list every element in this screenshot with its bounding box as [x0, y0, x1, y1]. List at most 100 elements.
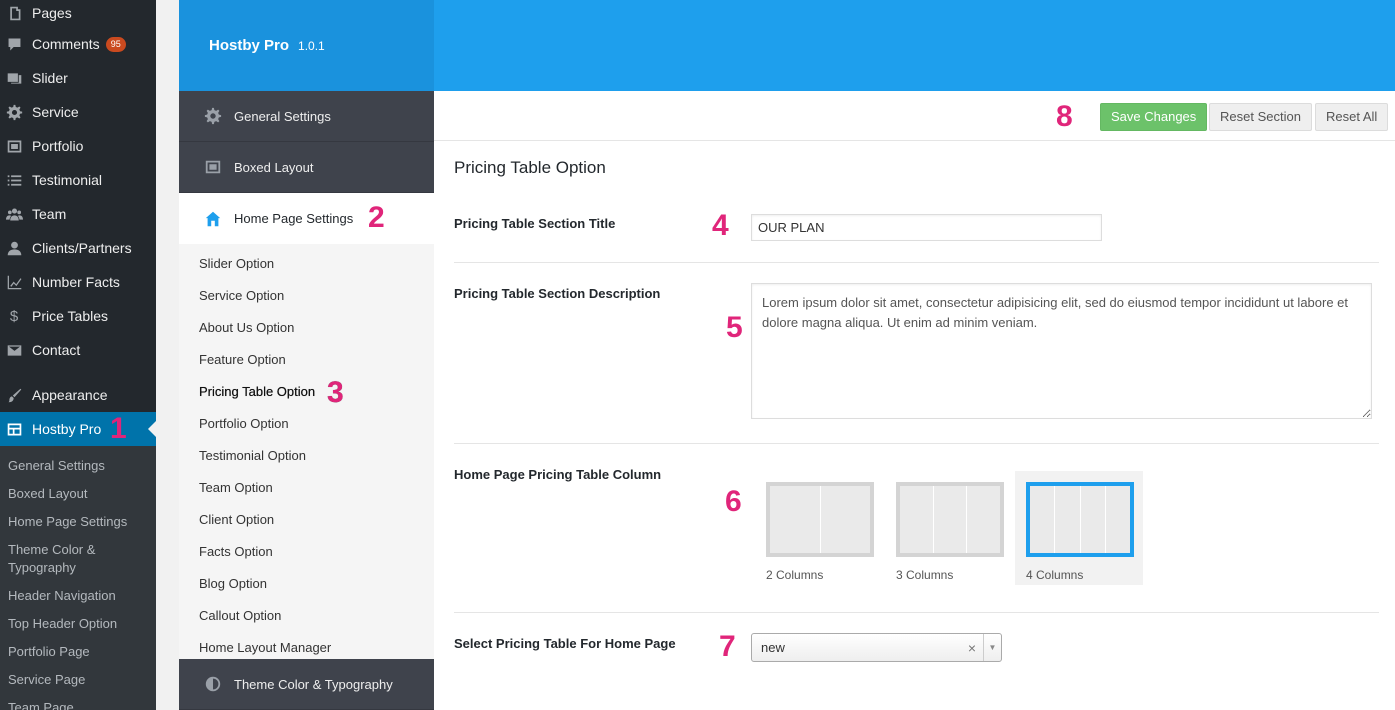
wp-submenu-item[interactable]: Home Page Settings: [0, 508, 156, 536]
panel-brand: Hostby Pro 1.0.1: [179, 0, 434, 91]
field-label: Home Page Pricing Table Column: [454, 467, 662, 482]
section-title: Pricing Table Option: [454, 158, 606, 177]
wp-menu-appearance[interactable]: Appearance: [0, 378, 156, 412]
reset-all-button[interactable]: Reset All: [1315, 103, 1389, 131]
column-option-4-selected[interactable]: 4 Columns: [1015, 471, 1143, 585]
step-marker-2: 2: [368, 201, 385, 234]
nav-sub-item[interactable]: Blog Option: [179, 568, 434, 600]
save-changes-button[interactable]: Save Changes: [1100, 103, 1208, 131]
field-row-title: Pricing Table Section Title 4: [454, 201, 1379, 263]
list-icon: [5, 171, 23, 189]
nav-sub-item[interactable]: Testimonial Option: [179, 440, 434, 472]
field-label: Pricing Table Section Description: [454, 286, 661, 301]
user-icon: [5, 239, 23, 257]
nav-boxed-layout[interactable]: Boxed Layout: [179, 142, 434, 193]
column-option-label: 2 Columns: [766, 568, 824, 582]
nav-submenu: Slider Option Service Option About Us Op…: [179, 244, 434, 664]
panel-brand-name: Hostby Pro: [209, 37, 290, 54]
wp-menu-number-facts[interactable]: Number Facts: [0, 265, 156, 299]
wp-submenu-item[interactable]: Theme Color & Typography: [0, 536, 156, 582]
field-label: Pricing Table Section Title: [454, 216, 616, 231]
nav-sub-item[interactable]: Feature Option: [179, 344, 434, 376]
wp-menu-label: Testimonial: [32, 172, 103, 188]
nav-general-settings[interactable]: General Settings: [179, 91, 434, 142]
wp-menu-label: Number Facts: [32, 274, 120, 290]
column-option-2[interactable]: 2 Columns: [755, 471, 883, 585]
two-columns-icon: [766, 482, 874, 557]
step-marker-7: 7: [719, 630, 736, 663]
reset-section-button[interactable]: Reset Section: [1209, 103, 1312, 131]
wp-menu-label: Comments: [32, 36, 100, 52]
mail-icon: [5, 341, 23, 359]
wp-admin-menu: Pages Comments 95 Slider Service Portfol…: [0, 0, 156, 710]
gear-icon: [203, 106, 223, 126]
wp-menu-pages[interactable]: Pages: [0, 0, 156, 27]
three-columns-icon: [896, 482, 1004, 557]
wp-menu-label: Price Tables: [32, 308, 109, 324]
select-value: new: [761, 640, 785, 655]
wp-submenu-item[interactable]: Header Navigation: [0, 582, 156, 610]
field-row-select: Select Pricing Table For Home Page 7 new…: [454, 613, 1379, 673]
step-marker-6: 6: [725, 485, 742, 518]
chevron-down-icon[interactable]: ▼: [983, 634, 1001, 661]
nav-sub-item[interactable]: Callout Option: [179, 600, 434, 632]
options-panel-header: Hostby Pro 1.0.1: [179, 0, 1395, 91]
wp-submenu-item[interactable]: Service Page: [0, 666, 156, 694]
wp-submenu-item[interactable]: General Settings: [0, 452, 156, 480]
portfolio-icon: [5, 137, 23, 155]
wp-menu-label: Contact: [32, 342, 81, 358]
wp-menu-label: Pages: [32, 5, 72, 21]
contrast-icon: [203, 674, 223, 694]
nav-sub-item[interactable]: About Us Option: [179, 312, 434, 344]
dollar-icon: $: [9, 307, 19, 325]
section-title-input[interactable]: [751, 214, 1102, 241]
section-description-textarea[interactable]: Lorem ipsum dolor sit amet, consectetur …: [751, 283, 1372, 419]
step-marker-1: 1: [110, 412, 127, 445]
nav-label: General Settings: [234, 108, 331, 124]
wp-menu-service[interactable]: Service: [0, 95, 156, 129]
step-marker-8: 8: [1056, 100, 1073, 133]
nav-sub-item[interactable]: Team Option: [179, 472, 434, 504]
column-option-label: 3 Columns: [896, 568, 954, 582]
pricing-table-select[interactable]: new × ▼: [751, 633, 1002, 662]
wp-menu-team[interactable]: Team: [0, 197, 156, 231]
column-option-label: 4 Columns: [1026, 568, 1084, 582]
wp-menu-separator: [0, 367, 156, 378]
wp-menu-clients[interactable]: Clients/Partners: [0, 231, 156, 265]
wp-submenu-item[interactable]: Team Page: [0, 694, 156, 710]
wp-menu-contact[interactable]: Contact: [0, 333, 156, 367]
nav-sub-item[interactable]: Facts Option: [179, 536, 434, 568]
table-icon: [5, 420, 23, 438]
wp-menu-label: Team: [32, 206, 67, 222]
nav-home-page-settings[interactable]: Home Page Settings 2: [179, 193, 434, 244]
wp-submenu-item[interactable]: Portfolio Page: [0, 638, 156, 666]
clear-icon[interactable]: ×: [965, 640, 979, 656]
nav-sub-item[interactable]: Service Option: [179, 280, 434, 312]
wp-menu-label: Portfolio: [32, 138, 84, 154]
column-option-3[interactable]: 3 Columns: [885, 471, 1013, 585]
nav-sub-item[interactable]: Client Option: [179, 504, 434, 536]
window-icon: [203, 157, 223, 177]
wp-menu-label: Hostby Pro: [32, 421, 102, 437]
brush-icon: [5, 386, 23, 404]
comment-count-badge: 95: [105, 36, 126, 52]
nav-sub-item[interactable]: Slider Option: [179, 248, 434, 280]
wp-menu-slider[interactable]: Slider: [0, 61, 156, 95]
wp-menu-comments[interactable]: Comments 95: [0, 27, 156, 61]
wp-submenu-item[interactable]: Boxed Layout: [0, 480, 156, 508]
wp-submenu: General Settings Boxed Layout Home Page …: [0, 446, 156, 710]
nav-theme-color-typography[interactable]: Theme Color & Typography: [179, 659, 434, 710]
wp-submenu-item[interactable]: Top Header Option: [0, 610, 156, 638]
wp-menu-portfolio[interactable]: Portfolio: [0, 129, 156, 163]
step-marker-4: 4: [712, 209, 729, 242]
wp-menu-price-tables[interactable]: $ Price Tables: [0, 299, 156, 333]
step-marker-5: 5: [726, 311, 743, 344]
wp-menu-hostby-pro[interactable]: Hostby Pro 1: [0, 412, 156, 446]
wp-menu-label: Slider: [32, 70, 68, 86]
nav-sub-item-active[interactable]: Pricing Table Option 3: [179, 376, 434, 408]
slider-icon: [5, 69, 23, 87]
wp-menu-testimonial[interactable]: Testimonial: [0, 163, 156, 197]
field-row-description: Pricing Table Section Description 5 Lore…: [454, 263, 1379, 444]
nav-sub-item[interactable]: Portfolio Option: [179, 408, 434, 440]
home-icon: [203, 209, 223, 229]
